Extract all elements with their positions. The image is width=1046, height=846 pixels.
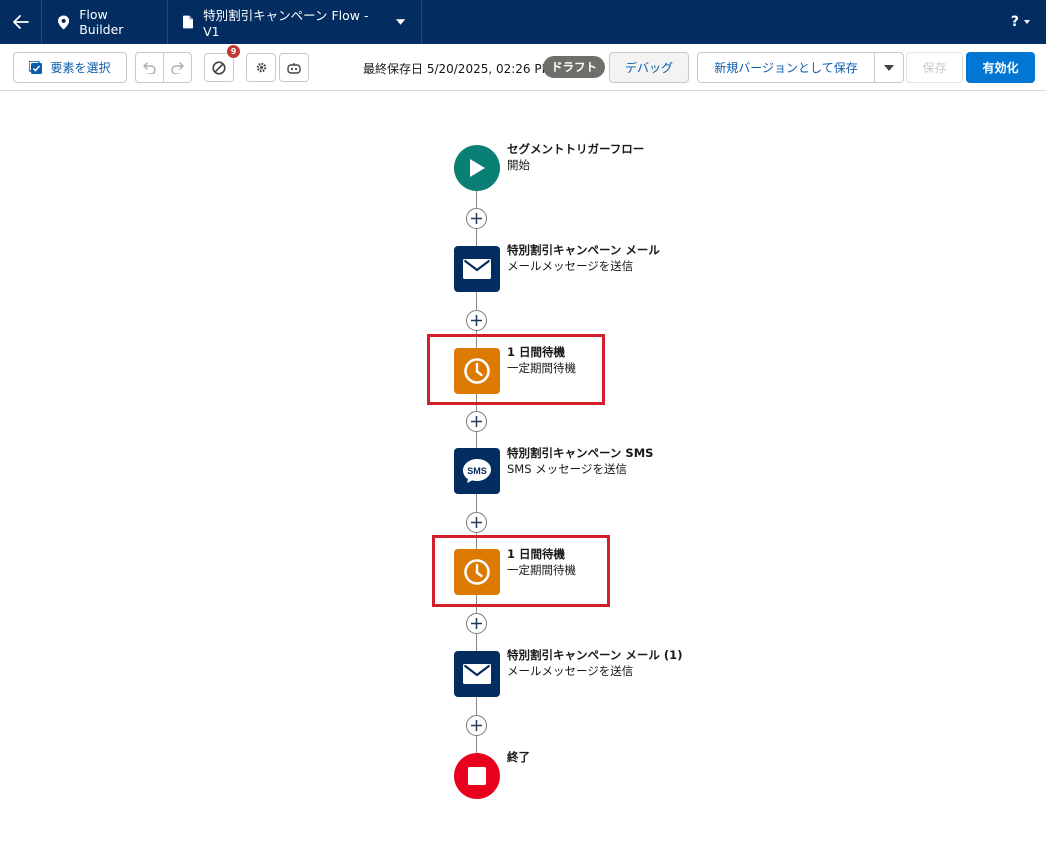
add-element-button[interactable] [466,208,487,229]
undo-icon [143,61,156,74]
email-node-label: 特別割引キャンペーン メール (1) メールメッセージを送信 [507,647,682,679]
connector [476,735,477,753]
connector [476,595,477,613]
sms-icon: SMS [463,459,491,483]
connector [476,330,477,348]
top-nav-bar: Flow Builder 特別割引キャンペーン Flow - V1 ? [0,0,1046,44]
sms-node-label: 特別割引キャンペーン SMS SMS メッセージを送信 [507,445,653,477]
node-subtitle: 開始 [507,158,530,172]
end-node[interactable] [454,753,500,799]
connector [476,394,477,411]
flow-name: 特別割引キャンペーン Flow - V1 [203,8,369,39]
ban-icon [212,60,226,75]
envelope-icon [463,664,491,684]
plus-icon [471,618,482,629]
arrow-left-icon [12,15,29,29]
robot-icon [287,62,301,74]
node-subtitle: 一定期間待機 [507,563,576,577]
app-tab[interactable]: Flow Builder [42,0,168,44]
flow-canvas[interactable]: セグメントトリガーフロー 開始 特別割引キャンペーン メール メールメッセージを… [0,92,1046,846]
help-menu[interactable]: ? [1011,0,1030,44]
node-subtitle: SMS メッセージを送信 [507,462,627,476]
map-pin-icon [58,14,70,30]
node-title: セグメントトリガーフロー [507,142,645,156]
redo-icon [171,61,184,74]
email-node[interactable] [454,651,500,697]
wait-node-label: 1 日間待機 一定期間待機 [507,344,576,376]
activate-button[interactable]: 有効化 [966,52,1035,83]
app-name: Flow Builder [79,7,124,37]
debug-button[interactable]: デバッグ [609,52,689,83]
back-button[interactable] [0,0,42,44]
play-icon [470,159,485,177]
select-elements-button[interactable]: 要素を選択 [13,52,127,83]
plus-icon [471,517,482,528]
add-element-button[interactable] [466,715,487,736]
sms-node[interactable]: SMS [454,448,500,494]
settings-button[interactable] [246,53,276,82]
chevron-down-icon [884,64,894,71]
email-node-label: 特別割引キャンペーン メール メールメッセージを送信 [507,242,660,274]
wait-node[interactable] [454,348,500,394]
plus-icon [471,315,482,326]
flow-tab[interactable]: 特別割引キャンペーン Flow - V1 [168,0,422,44]
svg-text:SMS: SMS [467,466,487,476]
add-element-button[interactable] [466,512,487,533]
connector [476,697,477,715]
plus-icon [471,213,482,224]
document-icon [183,15,194,29]
node-title: 終了 [507,750,530,764]
caret-down-icon [1024,20,1030,24]
add-element-button[interactable] [466,411,487,432]
clock-icon [464,559,490,585]
connector [476,228,477,246]
plus-icon [471,416,482,427]
node-title: 特別割引キャンペーン メール [507,243,660,257]
error-count-badge: 9 [227,45,240,58]
start-node-label: セグメントトリガーフロー 開始 [507,141,644,173]
checkbox-select-icon [29,61,43,74]
last-saved-text: 最終保存日 5/20/2025, 02:26 PM [363,62,552,76]
add-element-button[interactable] [466,613,487,634]
node-subtitle: メールメッセージを送信 [507,259,634,273]
wait-node[interactable] [454,549,500,595]
email-node[interactable] [454,246,500,292]
chevron-down-icon[interactable] [395,19,406,25]
plus-icon [471,720,482,731]
wait-node-label: 1 日間待機 一定期間待機 [507,546,576,578]
errors-button[interactable] [204,53,234,82]
add-element-button[interactable] [466,310,487,331]
connector [476,633,477,651]
node-title: 1 日間待機 [507,547,566,561]
node-title: 特別割引キャンペーン メール (1) [507,648,683,662]
node-title: 特別割引キャンペーン SMS [507,446,654,460]
connector [476,190,477,208]
gear-icon [256,62,266,73]
undo-button[interactable] [135,52,164,83]
node-title: 1 日間待機 [507,345,566,359]
connector [476,494,477,512]
save-as-new-version-button[interactable]: 新規バージョンとして保存 [697,52,875,83]
connector [476,292,477,310]
connector [476,431,477,448]
assistant-button[interactable] [279,53,309,82]
node-subtitle: 一定期間待機 [507,361,576,375]
save-button[interactable]: 保存 [906,52,963,83]
save-options-dropdown[interactable] [874,52,904,83]
help-icon: ? [1010,14,1019,30]
redo-button[interactable] [163,52,192,83]
select-elements-label: 要素を選択 [50,61,111,75]
stop-icon [468,767,486,785]
start-node[interactable] [454,145,500,191]
end-node-label: 終了 [507,749,530,765]
envelope-icon [463,259,491,279]
node-subtitle: メールメッセージを送信 [507,664,634,678]
connector [476,532,477,550]
clock-icon [464,358,490,384]
status-badge: ドラフト [543,56,605,78]
